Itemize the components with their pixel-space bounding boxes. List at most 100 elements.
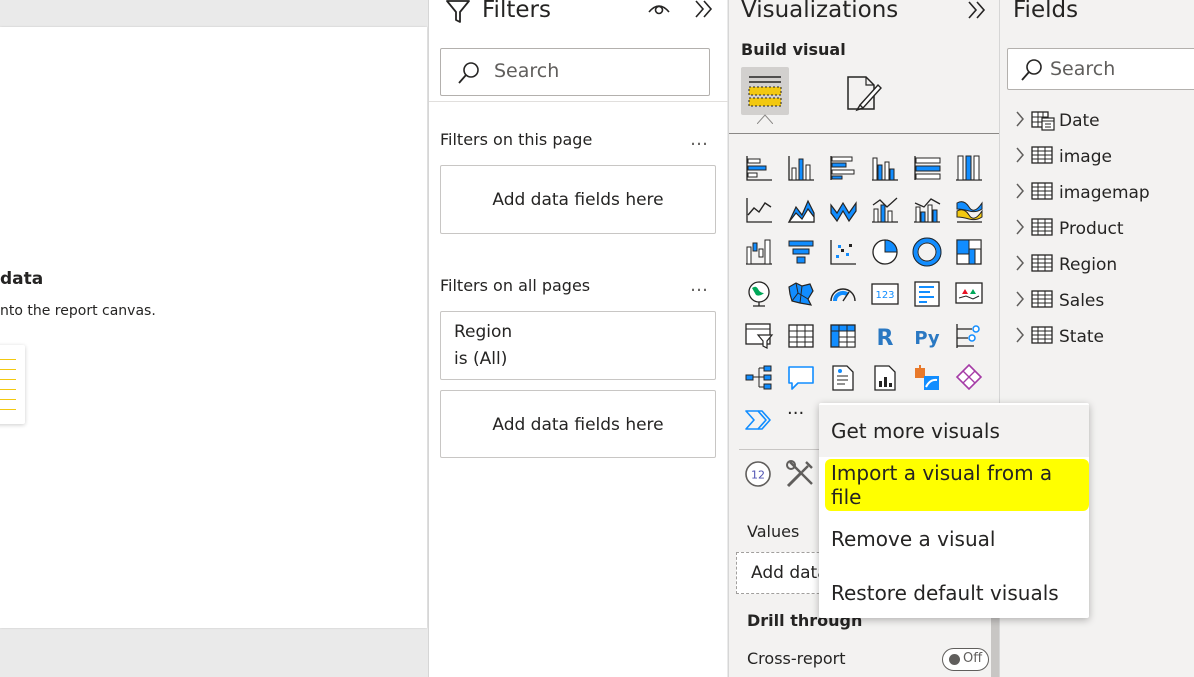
donut-chart-icon[interactable] <box>912 237 942 267</box>
filter-funnel-icon <box>446 0 470 23</box>
scatter-chart-icon[interactable] <box>828 237 858 267</box>
filters-pane: Filters Search Filters on this page … Ad… <box>428 0 728 677</box>
drop-well-text: Add data fields here <box>492 190 664 210</box>
toggle-state-label: Off <box>963 651 983 666</box>
chevron-right-icon[interactable] <box>1015 183 1027 203</box>
waterfall-chart-icon[interactable] <box>744 237 774 267</box>
field-table-image[interactable]: image <box>1015 145 1112 169</box>
kpi-icon[interactable] <box>954 279 984 309</box>
format-visual-icon[interactable] <box>844 71 884 113</box>
active-tab-pointer <box>757 114 773 124</box>
empty-state-illustration <box>0 345 25 424</box>
fields-search-placeholder: Search <box>1050 58 1116 80</box>
key-influencers-icon[interactable] <box>954 321 984 351</box>
table-icon[interactable] <box>786 321 816 351</box>
values-drop-well-text: Add data <box>751 563 828 583</box>
chevron-right-icon[interactable] <box>1015 327 1027 347</box>
r-icon-text: R <box>877 326 894 351</box>
page-filters-drop-well[interactable]: Add data fields here <box>440 165 716 234</box>
card-icon-text: 123 <box>875 290 894 301</box>
kpi-12-icon[interactable]: 12 <box>743 459 773 489</box>
field-table-sales[interactable]: Sales <box>1015 289 1104 313</box>
filter-field-name: Region <box>454 322 513 342</box>
gauge-icon[interactable] <box>828 279 858 309</box>
qna-icon[interactable] <box>786 363 816 393</box>
decomposition-tree-icon[interactable] <box>744 363 774 393</box>
stacked-bar-chart-icon[interactable] <box>744 153 774 183</box>
field-table-imagemap[interactable]: imagemap <box>1015 181 1150 205</box>
power-automate-icon[interactable] <box>954 363 984 393</box>
field-table-name: image <box>1059 147 1112 167</box>
power-apps-icon[interactable] <box>912 363 942 393</box>
tools-icon[interactable] <box>784 458 816 490</box>
area-chart-icon[interactable] <box>786 195 816 225</box>
chevron-right-icon[interactable] <box>1015 219 1027 239</box>
menu-item-import-visual-from-file[interactable]: Import a visual from a file <box>819 459 1089 511</box>
collapse-filters-icon[interactable] <box>693 0 715 18</box>
line-chart-icon[interactable] <box>744 195 774 225</box>
collapse-visualizations-icon[interactable] <box>966 1 988 19</box>
field-table-product[interactable]: Product <box>1015 217 1124 241</box>
field-table-name: Region <box>1059 255 1118 275</box>
card-icon[interactable]: 123 <box>870 279 900 309</box>
drop-well-text: Add data fields here <box>492 415 664 435</box>
100-percent-stacked-column-icon[interactable] <box>954 153 984 183</box>
multi-row-card-icon[interactable] <box>912 279 942 309</box>
field-table-name: imagemap <box>1059 183 1150 203</box>
report-page[interactable]: data nto the report canvas. <box>0 27 427 628</box>
matrix-icon[interactable] <box>828 321 858 351</box>
fields-search-input[interactable]: Search <box>1007 48 1194 90</box>
smart-narrative-icon[interactable] <box>828 363 858 393</box>
chevron-right-icon[interactable] <box>1015 255 1027 275</box>
power-automate-flow-icon[interactable] <box>744 405 774 435</box>
chevron-right-icon[interactable] <box>1015 147 1027 167</box>
funnel-chart-icon[interactable] <box>786 237 816 267</box>
stacked-column-chart-icon[interactable] <box>786 153 816 183</box>
build-visual-icon <box>748 76 782 107</box>
region-filter-card[interactable]: Region is (All) <box>440 311 716 380</box>
eye-icon[interactable] <box>647 0 671 16</box>
clustered-bar-chart-icon[interactable] <box>828 153 858 183</box>
menu-item-restore-default-visuals[interactable]: Restore default visuals <box>819 567 1089 619</box>
build-visual-label: Build visual <box>741 40 846 59</box>
line-and-stacked-column-icon[interactable] <box>870 195 900 225</box>
r-visual-icon[interactable]: R <box>870 321 900 351</box>
100-percent-stacked-bar-icon[interactable] <box>912 153 942 183</box>
cross-report-toggle[interactable]: Off <box>942 648 989 671</box>
values-label: Values <box>747 522 800 541</box>
table-icon <box>1031 181 1053 205</box>
map-icon[interactable] <box>744 279 774 309</box>
more-options-icon[interactable]: … <box>690 275 709 296</box>
chevron-right-icon[interactable] <box>1015 291 1027 311</box>
more-visuals-button[interactable]: ··· <box>787 403 804 424</box>
treemap-icon[interactable] <box>954 237 984 267</box>
stacked-area-chart-icon[interactable] <box>828 195 858 225</box>
filters-search-input[interactable]: Search <box>440 48 710 96</box>
menu-item-label: Import a visual from a file <box>825 459 1089 511</box>
line-and-clustered-column-icon[interactable] <box>912 195 942 225</box>
menu-item-remove-visual[interactable]: Remove a visual <box>819 513 1089 565</box>
ribbon-chart-icon[interactable] <box>954 195 984 225</box>
all-pages-filters-drop-well[interactable]: Add data fields here <box>440 390 716 458</box>
menu-item-label: Restore default visuals <box>831 581 1059 605</box>
slicer-icon[interactable] <box>744 321 774 351</box>
menu-item-label: Remove a visual <box>831 527 996 551</box>
clustered-column-chart-icon[interactable] <box>870 153 900 183</box>
field-table-state[interactable]: State <box>1015 325 1104 349</box>
filters-search-placeholder: Search <box>494 60 560 82</box>
python-visual-icon[interactable]: Py <box>912 321 942 351</box>
field-table-name: Product <box>1059 219 1124 239</box>
menu-item-get-more-visuals[interactable]: Get more visuals <box>819 405 1089 457</box>
more-options-icon[interactable]: … <box>690 129 709 150</box>
build-visual-tab[interactable] <box>741 67 789 115</box>
filters-on-all-pages-label: Filters on all pages <box>440 276 591 295</box>
pie-chart-icon[interactable] <box>870 237 900 267</box>
filters-title: Filters <box>482 0 551 23</box>
filled-map-icon[interactable] <box>786 279 816 309</box>
divider <box>429 101 728 102</box>
paginated-report-icon[interactable] <box>870 363 900 393</box>
field-table-region[interactable]: Region <box>1015 253 1117 277</box>
field-table-date[interactable]: Date <box>1015 109 1100 133</box>
filters-on-this-page-label: Filters on this page <box>440 130 593 149</box>
chevron-right-icon[interactable] <box>1015 111 1027 131</box>
